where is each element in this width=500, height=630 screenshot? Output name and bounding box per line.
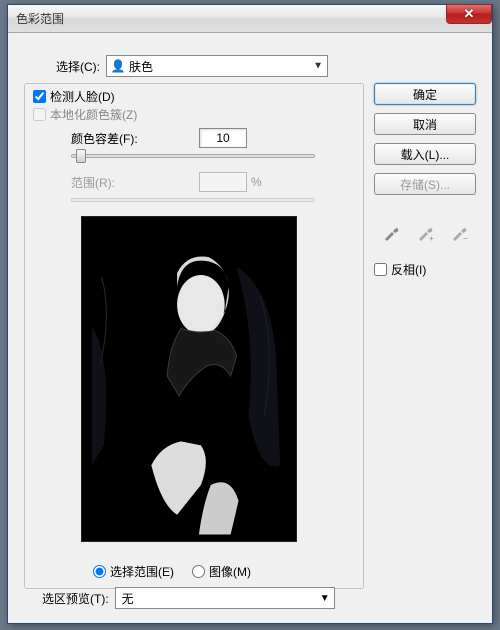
range-slider (71, 198, 315, 202)
range-label: 范围(R): (71, 174, 199, 191)
radio-selection[interactable]: 选择范围(E) (93, 563, 174, 580)
eyedropper-icon[interactable] (377, 221, 405, 245)
localized-checkbox[interactable] (33, 108, 46, 121)
radio-image-input[interactable] (192, 565, 205, 578)
invert-row: 反相(I) (374, 261, 476, 278)
radio-image[interactable]: 图像(M) (192, 563, 251, 580)
select-label: 选择(C): (56, 58, 100, 75)
detect-faces-label: 检测人脸(D) (50, 88, 115, 105)
ok-button[interactable]: 确定 (374, 83, 476, 105)
fuzziness-thumb[interactable] (76, 149, 86, 163)
dialog-window: 色彩范围 ✕ 选择(C): 👤 肤色 ▼ 检测人脸(D) 本地化颜色簇(Z) (7, 4, 493, 624)
svg-text:−: − (463, 234, 468, 242)
select-row: 选择(C): 👤 肤色 ▼ (56, 55, 328, 77)
selection-preview-dropdown[interactable]: 无 ▼ (115, 587, 335, 609)
save-button[interactable]: 存储(S)... (374, 173, 476, 195)
svg-text:+: + (429, 234, 434, 242)
preview-mode-row: 选择范围(E) 图像(M) (93, 563, 251, 580)
localized-row: 本地化颜色簇(Z) (33, 106, 137, 123)
skin-tone-icon: 👤 (111, 59, 125, 73)
button-column: 确定 取消 载入(L)... 存储(S)... (374, 83, 476, 203)
options-group: 检测人脸(D) 本地化颜色簇(Z) 颜色容差(F): 10 范围(R): % (24, 83, 364, 589)
window-title: 色彩范围 (16, 10, 64, 27)
selection-preview-value: 无 (122, 590, 134, 607)
chevron-down-icon: ▼ (320, 593, 330, 604)
select-dropdown[interactable]: 👤 肤色 ▼ (106, 55, 328, 77)
titlebar[interactable]: 色彩范围 ✕ (8, 5, 492, 33)
range-row: 范围(R): % (71, 172, 262, 192)
dialog-content: 选择(C): 👤 肤色 ▼ 检测人脸(D) 本地化颜色簇(Z) 颜色容差(F):… (16, 41, 484, 615)
preview-image (82, 217, 296, 541)
invert-label: 反相(I) (391, 261, 426, 278)
selection-preview-row: 选区预览(T): 无 ▼ (42, 587, 335, 609)
eyedropper-minus-icon[interactable]: − (445, 221, 473, 245)
fuzziness-slider[interactable] (71, 154, 315, 158)
eyedropper-tools: + − (374, 221, 476, 245)
close-icon: ✕ (464, 6, 475, 22)
fuzziness-input[interactable]: 10 (199, 128, 247, 148)
range-input (199, 172, 247, 192)
invert-checkbox[interactable] (374, 263, 387, 276)
select-value: 肤色 (129, 58, 153, 75)
radio-selection-label: 选择范围(E) (110, 563, 174, 580)
fuzziness-label: 颜色容差(F): (71, 130, 199, 147)
detect-faces-checkbox[interactable] (33, 90, 46, 103)
selection-preview (81, 216, 297, 542)
chevron-down-icon: ▼ (313, 61, 323, 72)
radio-image-label: 图像(M) (209, 563, 251, 580)
eyedropper-plus-icon[interactable]: + (411, 221, 439, 245)
detect-faces-row: 检测人脸(D) (33, 88, 115, 105)
load-button[interactable]: 载入(L)... (374, 143, 476, 165)
selection-preview-label: 选区预览(T): (42, 590, 109, 607)
range-percent: % (251, 175, 262, 189)
fuzziness-row: 颜色容差(F): 10 (71, 128, 247, 148)
localized-label: 本地化颜色簇(Z) (50, 106, 137, 123)
radio-selection-input[interactable] (93, 565, 106, 578)
cancel-button[interactable]: 取消 (374, 113, 476, 135)
close-button[interactable]: ✕ (446, 4, 492, 24)
